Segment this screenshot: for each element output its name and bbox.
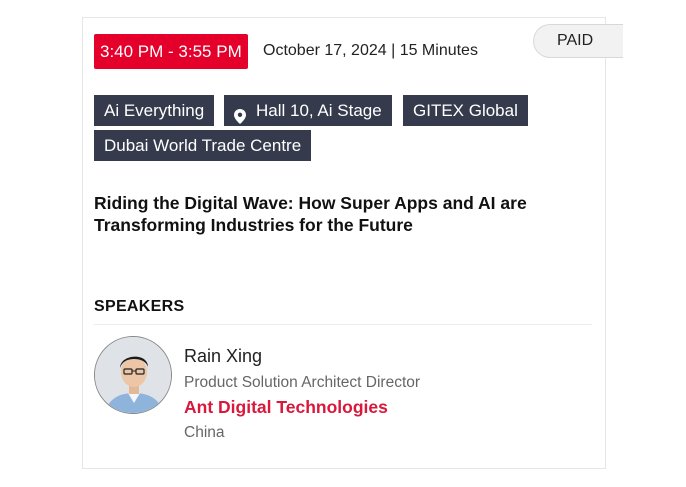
location-pin-icon — [234, 103, 246, 124]
tag-event[interactable]: GITEX Global — [403, 95, 528, 126]
session-card: 3:40 PM - 3:55 PM October 17, 2024 | 15 … — [82, 17, 623, 469]
tag-location-label: Hall 10, Ai Stage — [256, 101, 382, 120]
tag-venue[interactable]: Dubai World Trade Centre — [94, 130, 312, 161]
session-title[interactable]: Riding the Digital Wave: How Super Apps … — [94, 192, 594, 236]
speaker-country: China — [184, 424, 225, 441]
tag-event-label: GITEX Global — [413, 101, 518, 120]
session-date-duration: October 17, 2024 | 15 Minutes — [263, 42, 478, 59]
tag-location[interactable]: Hall 10, Ai Stage — [224, 95, 392, 126]
speaker-avatar[interactable] — [94, 336, 172, 414]
session-time-badge: 3:40 PM - 3:55 PM — [94, 34, 248, 69]
speaker-name[interactable]: Rain Xing — [184, 346, 262, 367]
speaker-role: Product Solution Architect Director — [184, 374, 421, 391]
speakers-heading: SPEAKERS — [94, 298, 185, 315]
tag-venue-label: Dubai World Trade Centre — [104, 136, 302, 155]
speaker-company[interactable]: Ant Digital Technologies — [184, 397, 388, 418]
speakers-divider — [94, 324, 592, 325]
tag-track-label: Ai Everything — [104, 101, 205, 120]
tag-track[interactable]: Ai Everything — [94, 95, 215, 126]
paid-badge: PAID — [533, 24, 623, 58]
